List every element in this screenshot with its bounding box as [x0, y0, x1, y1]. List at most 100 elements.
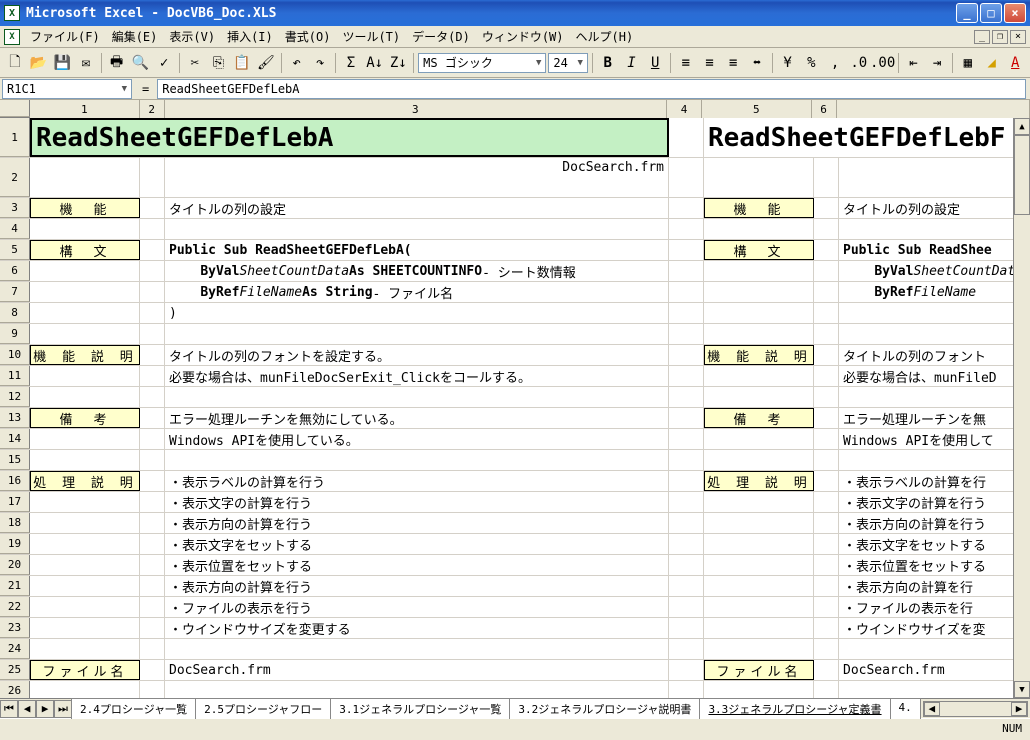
- comma-icon[interactable]: ,: [824, 52, 846, 74]
- row-header[interactable]: 14: [0, 429, 30, 449]
- cell[interactable]: [814, 513, 839, 533]
- cell[interactable]: [140, 387, 165, 407]
- cell[interactable]: [140, 471, 165, 491]
- cell[interactable]: [669, 118, 704, 157]
- cell[interactable]: [704, 618, 814, 638]
- cell[interactable]: [30, 681, 140, 698]
- cell[interactable]: [30, 639, 140, 659]
- cell[interactable]: DocSearch.frm: [839, 660, 1016, 680]
- cell[interactable]: [814, 429, 839, 449]
- row-header[interactable]: 16: [0, 471, 30, 491]
- cell[interactable]: ・表示文字の計算を行う: [165, 492, 669, 512]
- title-cell[interactable]: ReadSheetGEFDefLebA: [30, 118, 669, 157]
- scroll-left-button[interactable]: ◀: [924, 702, 940, 716]
- cell[interactable]: ・表示ラベルの計算を行: [839, 471, 1016, 491]
- cell[interactable]: [140, 198, 165, 218]
- cell[interactable]: [30, 576, 140, 596]
- format-painter-icon[interactable]: 🖌: [255, 52, 277, 74]
- row-header[interactable]: 6: [0, 261, 30, 281]
- cell[interactable]: [839, 303, 1016, 323]
- cell[interactable]: [669, 576, 704, 596]
- merge-icon[interactable]: ⬌: [746, 52, 768, 74]
- cell[interactable]: ): [165, 303, 669, 323]
- cell[interactable]: [669, 282, 704, 302]
- row-header[interactable]: 9: [0, 324, 30, 344]
- tab-first-button[interactable]: ⏮: [0, 700, 18, 718]
- cell[interactable]: [669, 429, 704, 449]
- cell[interactable]: [839, 639, 1016, 659]
- section-label[interactable]: ファイル名: [30, 660, 140, 680]
- section-label[interactable]: 機 能: [704, 198, 814, 218]
- row-header[interactable]: 26: [0, 681, 30, 698]
- cell[interactable]: [704, 429, 814, 449]
- cell[interactable]: [140, 240, 165, 260]
- cell[interactable]: [704, 158, 814, 197]
- name-box[interactable]: R1C1▼: [2, 79, 132, 99]
- underline-icon[interactable]: U: [644, 52, 666, 74]
- cell[interactable]: [814, 345, 839, 365]
- cell[interactable]: [669, 219, 704, 239]
- tab-prev-button[interactable]: ◀: [18, 700, 36, 718]
- cell[interactable]: [814, 158, 839, 197]
- section-label[interactable]: 備 考: [704, 408, 814, 428]
- dec-decimal-icon[interactable]: .00: [872, 52, 894, 74]
- formula-bar[interactable]: ReadSheetGEFDefLebA: [157, 79, 1026, 99]
- cell[interactable]: タイトルの列のフォント: [839, 345, 1016, 365]
- cell[interactable]: [140, 429, 165, 449]
- menu-item[interactable]: ファイル(F): [24, 26, 106, 47]
- cell[interactable]: [814, 324, 839, 344]
- align-right-icon[interactable]: ≡: [722, 52, 744, 74]
- cut-icon[interactable]: ✂: [184, 52, 206, 74]
- cell[interactable]: ・表示位置をセットする: [839, 555, 1016, 575]
- cell[interactable]: エラー処理ルーチンを無効にしている。: [165, 408, 669, 428]
- sheet-tab[interactable]: 2.5プロシージャフロー: [195, 698, 331, 719]
- cell[interactable]: [704, 219, 814, 239]
- cell[interactable]: [704, 366, 814, 386]
- save-icon[interactable]: 💾: [51, 52, 73, 74]
- cell[interactable]: [814, 219, 839, 239]
- cell[interactable]: [839, 324, 1016, 344]
- cell[interactable]: [704, 450, 814, 470]
- cell[interactable]: ・表示方向の計算を行: [839, 576, 1016, 596]
- cell[interactable]: [814, 534, 839, 554]
- cell[interactable]: [669, 261, 704, 281]
- cell[interactable]: ・ウインドウサイズを変: [839, 618, 1016, 638]
- cell[interactable]: ・ウインドウサイズを変更する: [165, 618, 669, 638]
- cell[interactable]: [165, 324, 669, 344]
- cell[interactable]: [30, 282, 140, 302]
- row-header[interactable]: 7: [0, 282, 30, 302]
- cell[interactable]: [704, 282, 814, 302]
- cell[interactable]: [30, 303, 140, 323]
- horizontal-scrollbar[interactable]: ◀ ▶: [923, 701, 1028, 717]
- mdi-minimize-button[interactable]: _: [974, 30, 990, 44]
- row-header[interactable]: 22: [0, 597, 30, 617]
- section-label[interactable]: 機 能 説 明: [704, 345, 814, 365]
- inc-indent-icon[interactable]: ⇥: [926, 52, 948, 74]
- col-header[interactable]: 2: [140, 100, 165, 118]
- italic-icon[interactable]: I: [621, 52, 643, 74]
- cell[interactable]: [814, 576, 839, 596]
- cell[interactable]: ByVal SheetCountDat: [839, 261, 1016, 281]
- cell[interactable]: ・表示文字の計算を行う: [839, 492, 1016, 512]
- row-header[interactable]: 10: [0, 345, 30, 365]
- menu-item[interactable]: 挿入(I): [221, 26, 279, 47]
- cell[interactable]: [30, 450, 140, 470]
- sort-desc-icon[interactable]: Z↓: [387, 52, 409, 74]
- cell[interactable]: [30, 366, 140, 386]
- cell[interactable]: [669, 534, 704, 554]
- cell[interactable]: [814, 366, 839, 386]
- cell[interactable]: [30, 261, 140, 281]
- menu-item[interactable]: データ(D): [406, 26, 476, 47]
- borders-icon[interactable]: ▦: [957, 52, 979, 74]
- cell[interactable]: [140, 618, 165, 638]
- cell[interactable]: [669, 198, 704, 218]
- cell[interactable]: [814, 492, 839, 512]
- cell[interactable]: [704, 324, 814, 344]
- cell[interactable]: [140, 513, 165, 533]
- align-center-icon[interactable]: ≡: [699, 52, 721, 74]
- sheet-tab[interactable]: 3.1ジェネラルプロシージャ一覧: [330, 698, 510, 719]
- cell[interactable]: [140, 282, 165, 302]
- mdi-close-button[interactable]: ×: [1010, 30, 1026, 44]
- close-button[interactable]: ×: [1004, 3, 1026, 23]
- cell[interactable]: [839, 450, 1016, 470]
